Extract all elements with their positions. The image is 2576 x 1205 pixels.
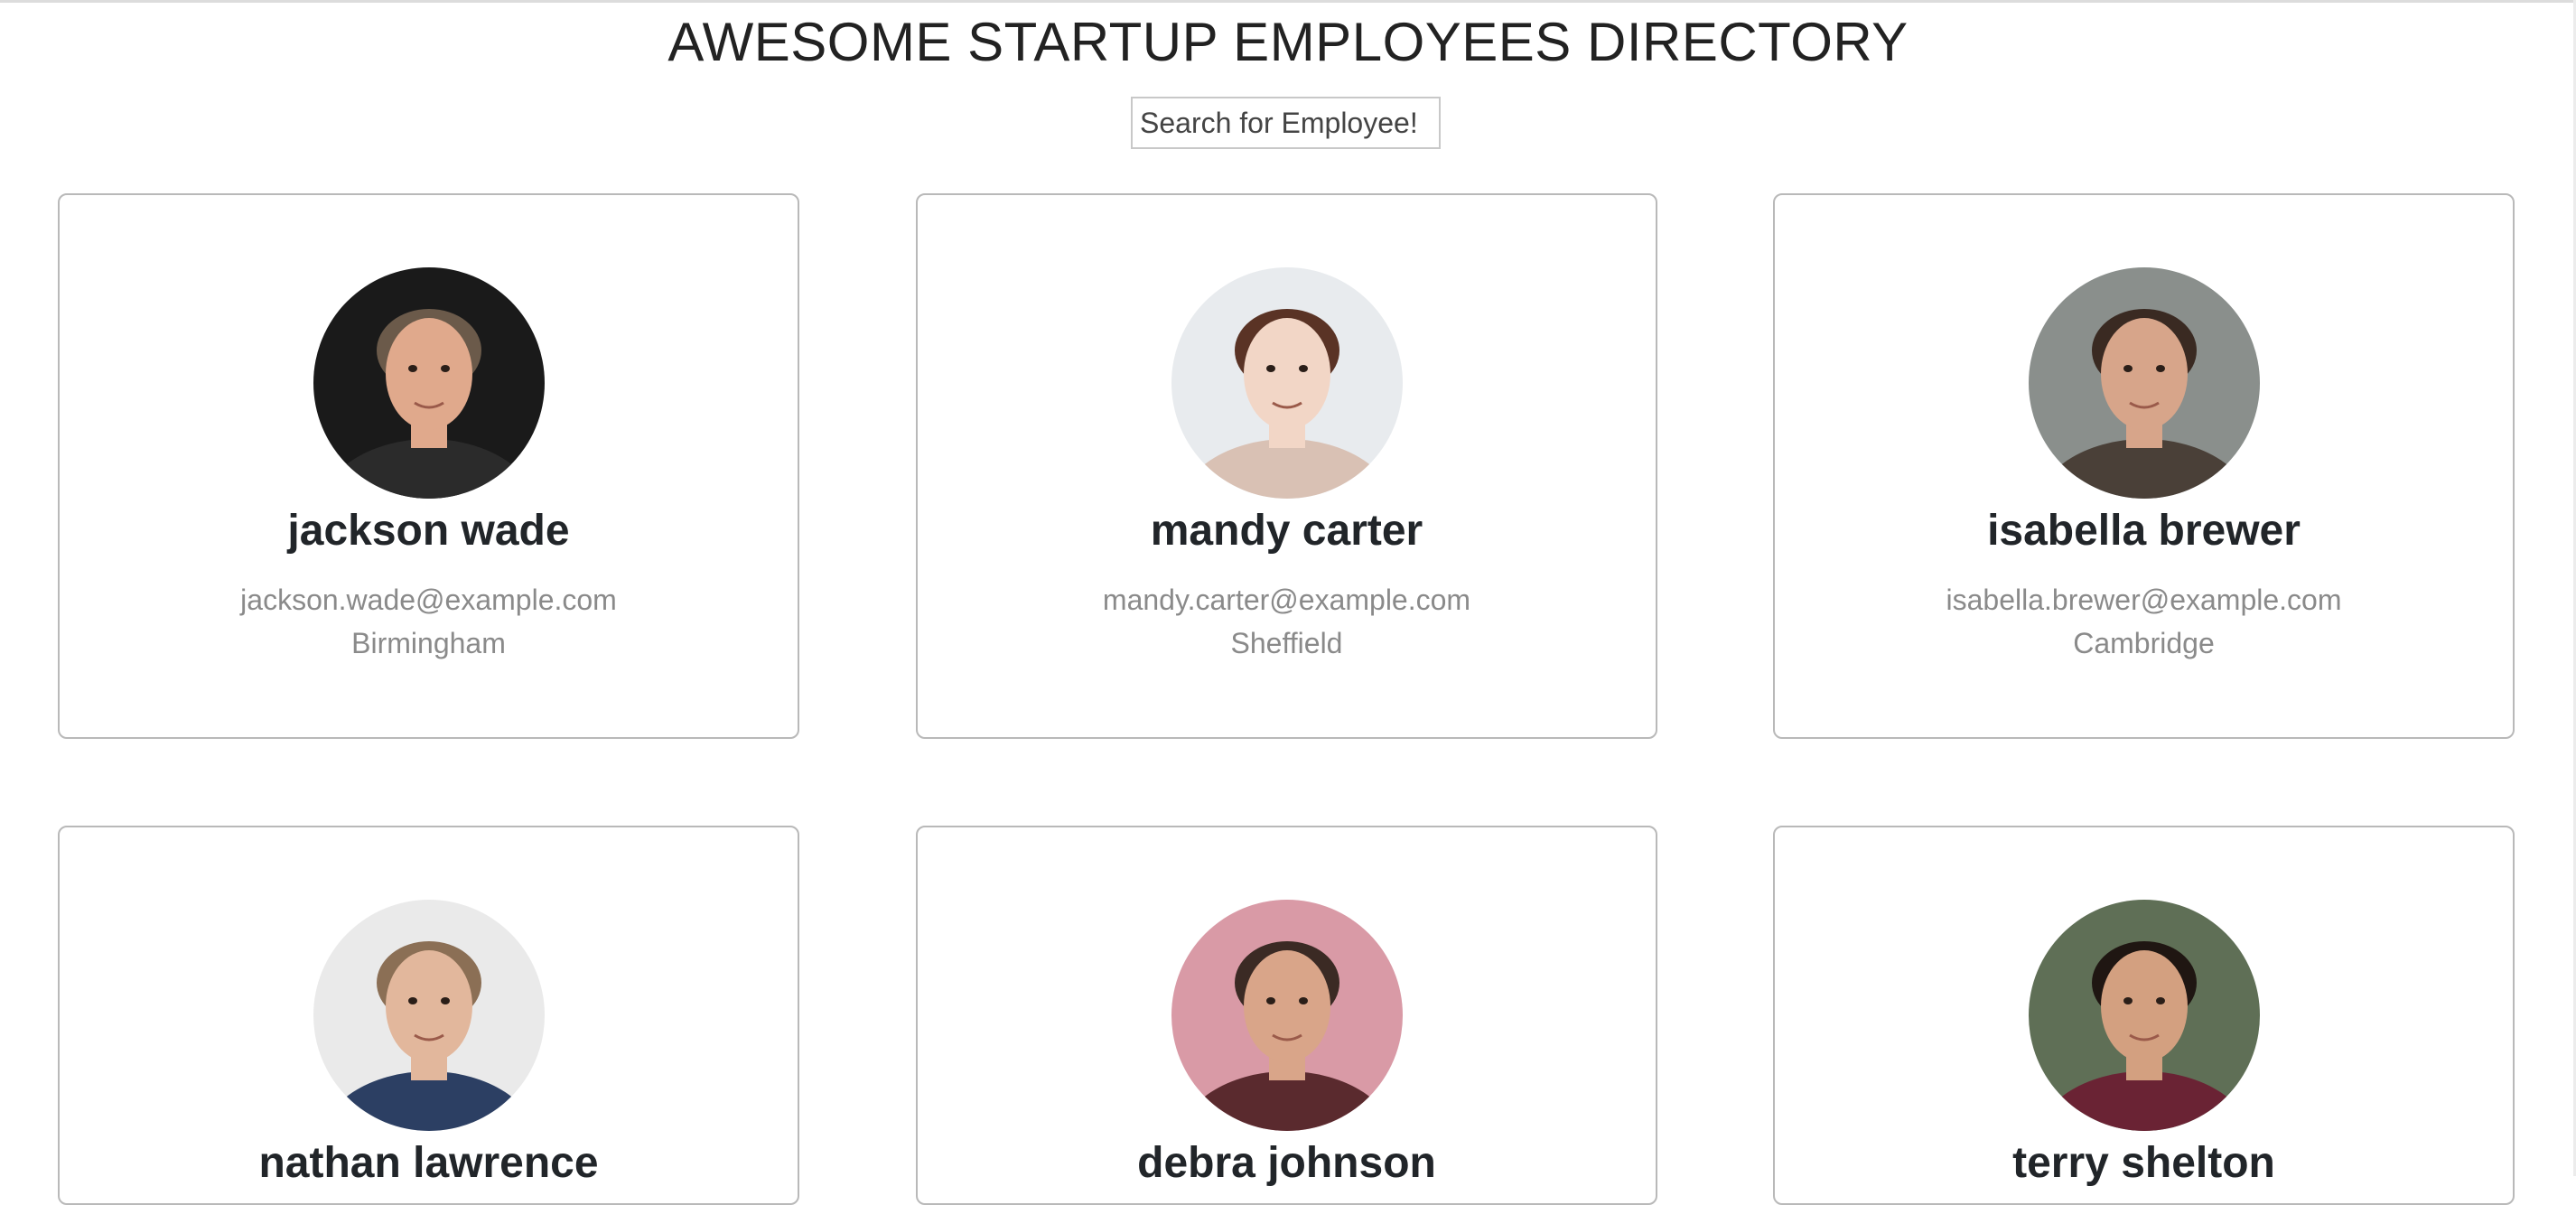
avatar — [313, 267, 545, 499]
employee-name: terry shelton — [2012, 1139, 2275, 1187]
employee-city: Cambridge — [2073, 627, 2215, 659]
employee-email: isabella.brewer@example.com — [1946, 584, 2342, 616]
page-title: AWESOME STARTUP EMPLOYEES DIRECTORY — [667, 12, 1909, 72]
person-portrait-icon — [1171, 900, 1403, 1131]
employee-card[interactable]: debra johnson — [916, 826, 1657, 1205]
avatar — [1171, 900, 1403, 1131]
employee-card[interactable]: jackson wade jackson.wade@example.com Bi… — [58, 193, 799, 739]
employee-name: jackson wade — [287, 507, 570, 555]
avatar — [2029, 900, 2260, 1131]
person-portrait-icon — [2029, 900, 2260, 1131]
avatar — [1171, 267, 1403, 499]
person-portrait-icon — [1171, 267, 1403, 499]
top-border — [0, 0, 2576, 3]
employee-name: nathan lawrence — [258, 1139, 599, 1187]
person-portrait-icon — [2029, 267, 2260, 499]
search-input[interactable] — [1131, 97, 1441, 149]
person-portrait-icon — [313, 900, 545, 1131]
avatar — [2029, 267, 2260, 499]
employee-name: mandy carter — [1150, 507, 1423, 555]
employee-card[interactable]: isabella brewer isabella.brewer@example.… — [1773, 193, 2515, 739]
employee-email: jackson.wade@example.com — [240, 584, 617, 616]
avatar — [313, 900, 545, 1131]
employee-city: Sheffield — [1230, 627, 1343, 659]
person-portrait-icon — [313, 267, 545, 499]
employee-card[interactable]: nathan lawrence — [58, 826, 799, 1205]
employee-email: mandy.carter@example.com — [1102, 584, 1471, 616]
employee-name: isabella brewer — [1987, 507, 2301, 555]
employee-city: Birmingham — [351, 627, 506, 659]
employee-card[interactable]: terry shelton — [1773, 826, 2515, 1205]
employee-name: debra johnson — [1137, 1139, 1436, 1187]
employee-card[interactable]: mandy carter mandy.carter@example.com Sh… — [916, 193, 1657, 739]
